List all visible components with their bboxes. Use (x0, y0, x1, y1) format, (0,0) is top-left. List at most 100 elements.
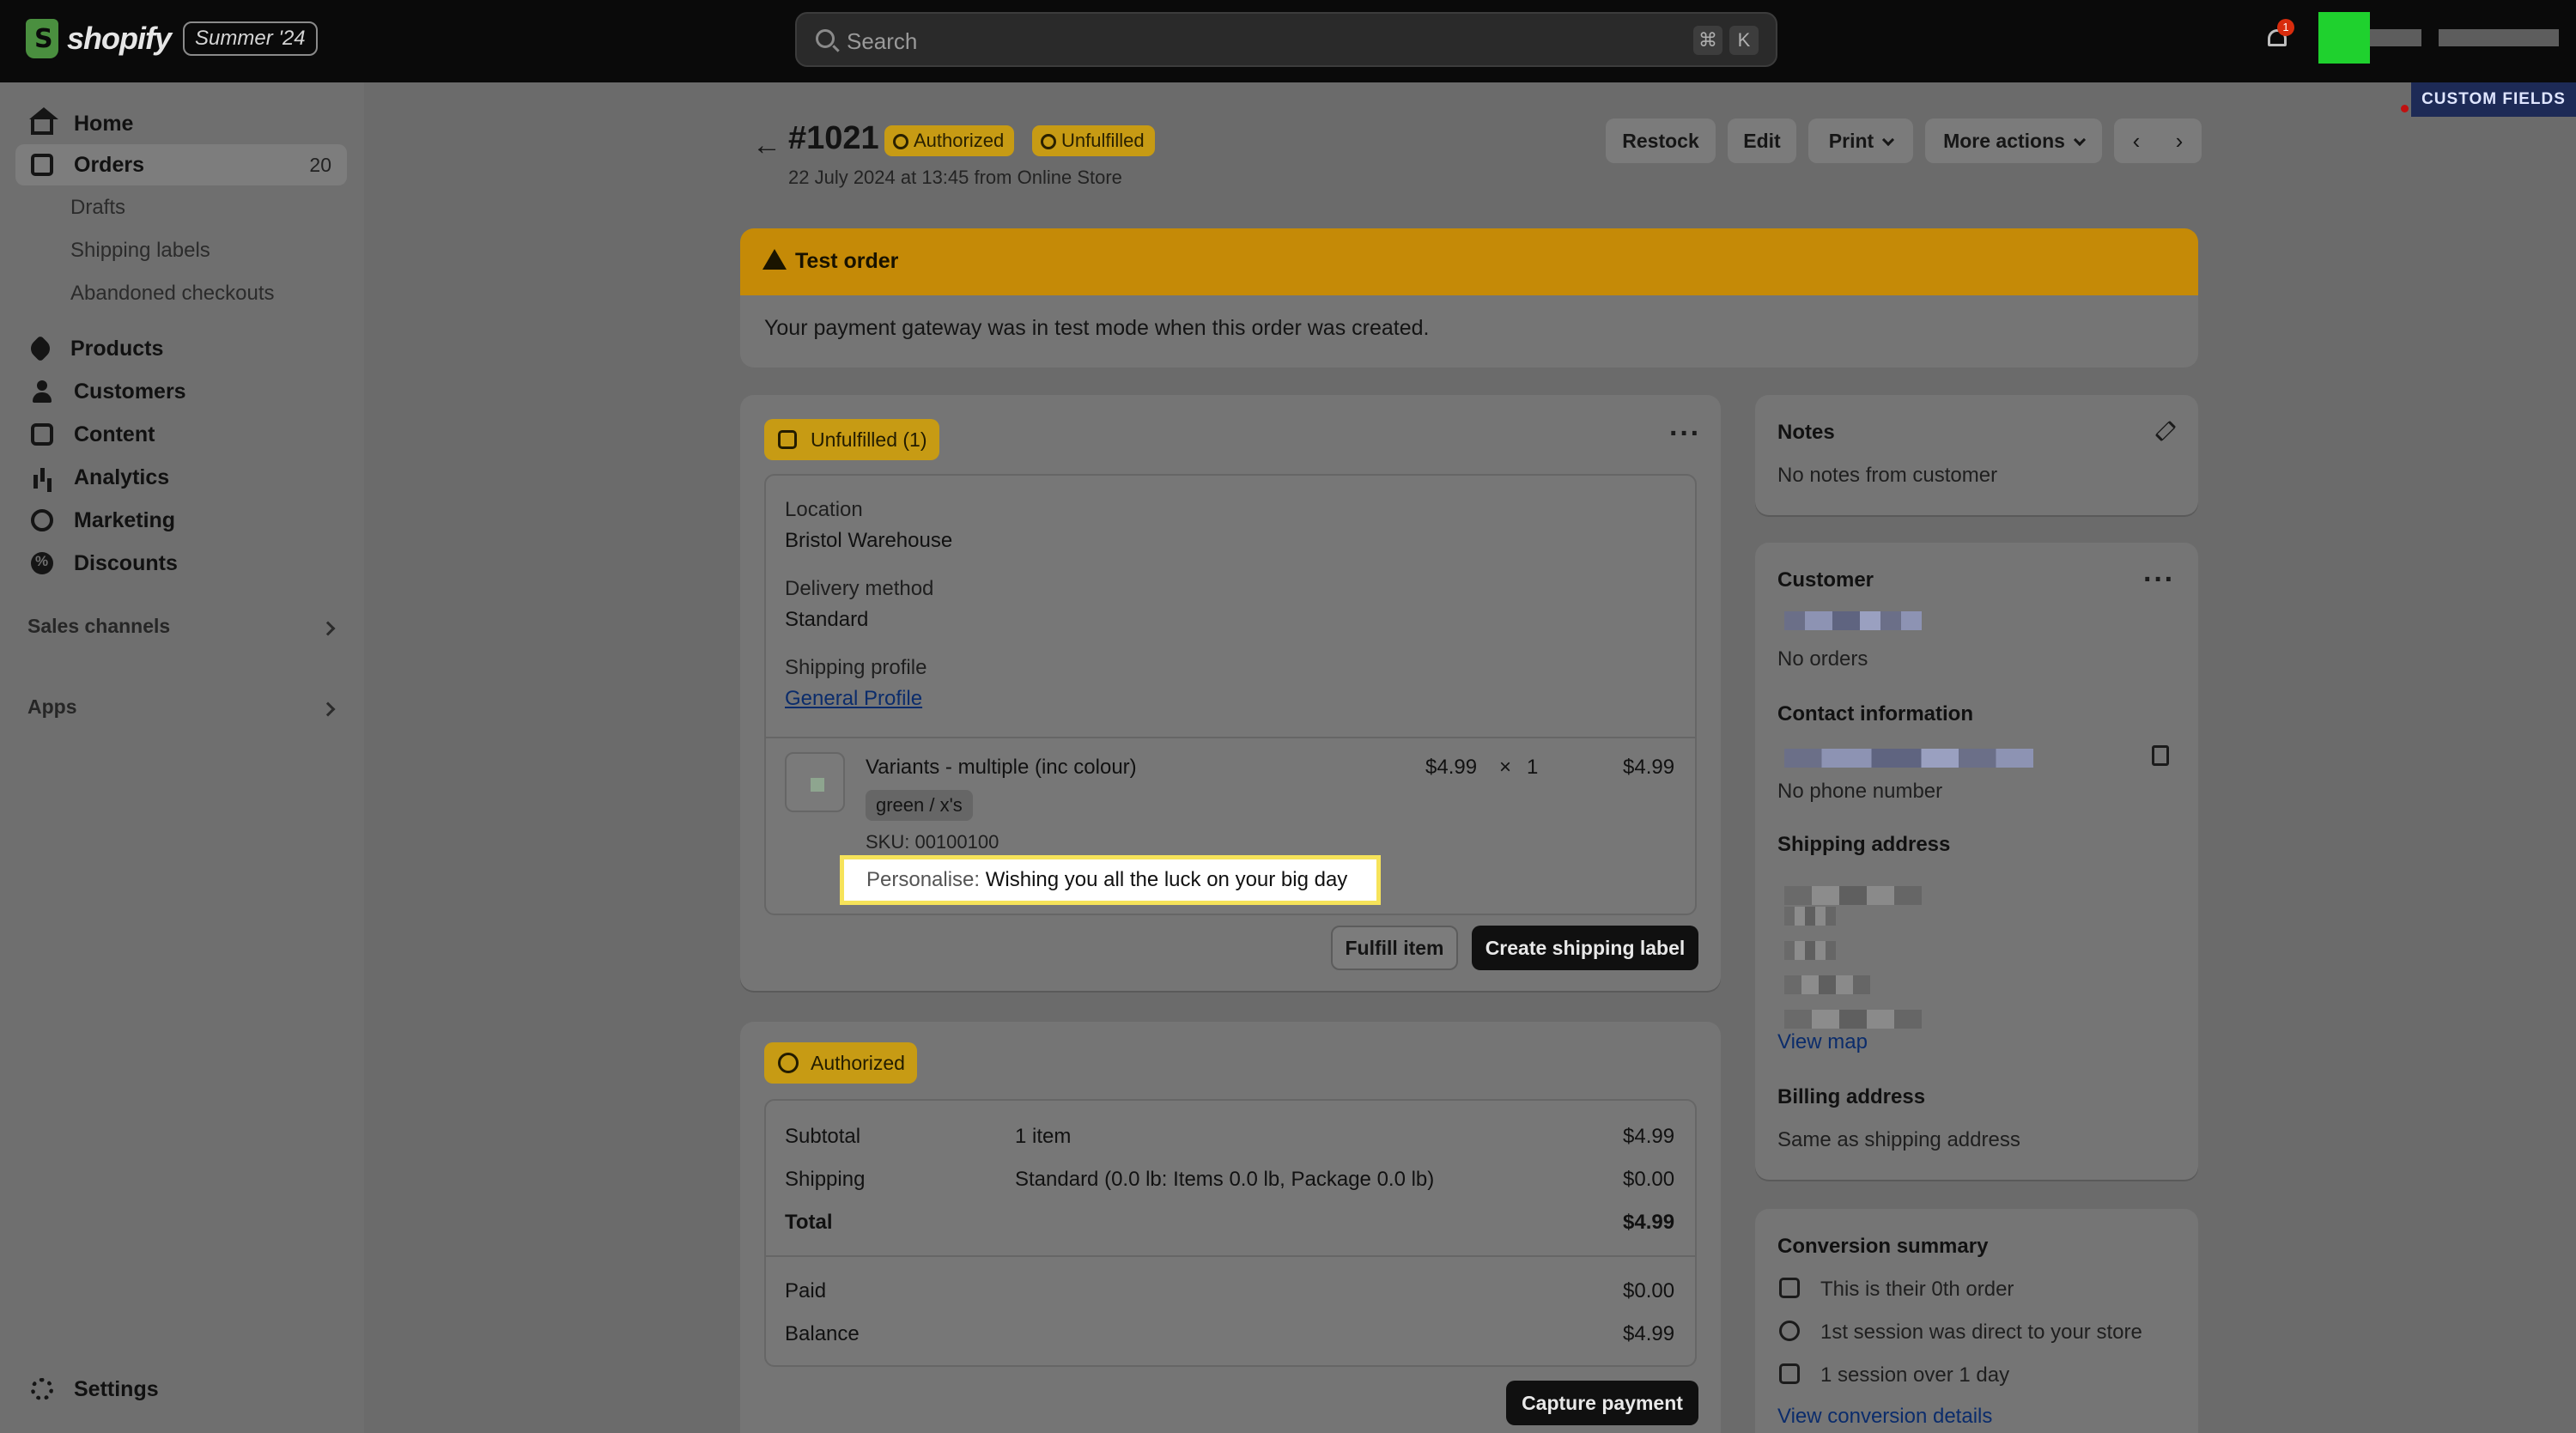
search-icon (816, 29, 835, 48)
shopify-logo[interactable]: shopify Summer '24 (26, 19, 318, 58)
sidebar-item-discounts[interactable]: Discounts (15, 543, 347, 584)
unfulfilled-badge-label: Unfulfilled (1) (811, 428, 927, 451)
edit-button[interactable]: Edit (1728, 118, 1796, 163)
capture-payment-button[interactable]: Capture payment (1506, 1381, 1698, 1425)
conversion-line: 1st session was direct to your store (1820, 1321, 2142, 1344)
fulfillment-icon (778, 430, 797, 449)
view-conversion-details-link[interactable]: View conversion details (1777, 1405, 1992, 1429)
location-label: Location (785, 498, 863, 521)
item-quantity: 1 (1527, 756, 1539, 779)
edition-badge: Summer '24 (183, 21, 318, 56)
sidebar-item-marketing[interactable]: Marketing (15, 500, 347, 541)
notification-count: 1 (2277, 19, 2294, 36)
analytics-icon (31, 466, 53, 489)
sidebar-item-settings[interactable]: Settings (15, 1369, 347, 1410)
sku: SKU: 00100100 (866, 831, 999, 853)
subtotal-amount: $4.99 (1623, 1125, 1675, 1148)
item-price: $4.99 (1425, 756, 1478, 779)
notes-title: Notes (1777, 421, 1835, 444)
print-label: Print (1828, 130, 1874, 152)
chevron-right-icon[interactable] (320, 621, 336, 636)
sidebar-item-content[interactable]: Content (15, 414, 347, 455)
order-icon (1779, 1278, 1800, 1298)
copy-icon[interactable] (2152, 745, 2169, 766)
sidebar-item-shipping-labels[interactable]: Shipping labels (70, 239, 210, 263)
store-avatar[interactable] (2318, 12, 2370, 64)
pencil-icon[interactable] (2154, 420, 2177, 442)
product-thumbnail[interactable] (785, 752, 845, 812)
products-icon (27, 335, 54, 362)
more-options-icon[interactable]: ··· (2143, 563, 2175, 597)
location-value: Bristol Warehouse (785, 529, 953, 552)
shipping-amount: $0.00 (1623, 1168, 1675, 1191)
shipping-detail: Standard (0.0 lb: Items 0.0 lb, Package … (1015, 1168, 1435, 1191)
gear-icon (31, 1378, 53, 1400)
discounts-icon (31, 552, 53, 574)
k-key: K (1729, 26, 1759, 55)
sidebar-item-drafts[interactable]: Drafts (70, 196, 125, 220)
sidebar-item-customers[interactable]: Customers (15, 371, 347, 412)
next-order-button[interactable]: › (2157, 118, 2202, 163)
test-order-title: Test order (795, 249, 899, 273)
clock-icon (778, 1053, 799, 1073)
create-shipping-label-button[interactable]: Create shipping label (1472, 926, 1698, 970)
sidebar-item-products[interactable]: Products (15, 328, 347, 369)
chevron-down-icon (2073, 133, 2087, 147)
back-arrow-icon[interactable]: ← (752, 129, 781, 162)
sidebar-item-label: Products (70, 336, 164, 361)
cart-icon (1779, 1363, 1800, 1384)
search-input[interactable]: Search ⌘ K (795, 12, 1777, 67)
subtotal-detail: 1 item (1015, 1125, 1072, 1148)
restock-button[interactable]: Restock (1606, 118, 1716, 163)
previous-order-button[interactable]: ‹ (2114, 118, 2159, 163)
sidebar-item-label: Discounts (74, 550, 178, 575)
sidebar-item-orders[interactable]: Orders 20 (15, 144, 347, 185)
indicator-dot (2401, 105, 2409, 112)
customer-name-redacted[interactable] (1784, 611, 1922, 630)
customer-card: Customer ··· No orders Contact informati… (1755, 543, 2198, 1180)
content-icon (31, 423, 53, 446)
user-name-redacted (2439, 29, 2559, 46)
sidebar-item-home[interactable]: Home (15, 103, 347, 144)
sidebar-item-label: Customers (74, 379, 186, 404)
shipping-profile-link[interactable]: General Profile (785, 687, 922, 711)
orders-count: 20 (309, 153, 331, 176)
fulfill-item-button[interactable]: Fulfill item (1331, 926, 1458, 970)
divider (766, 1255, 1695, 1257)
view-map-link[interactable]: View map (1777, 1030, 1868, 1054)
personalisation-highlight: Personalise: Wishing you all the luck on… (840, 855, 1381, 905)
print-button[interactable]: Print (1808, 118, 1913, 163)
home-icon (29, 107, 58, 135)
eye-icon (1779, 1321, 1800, 1341)
fulfillment-details: Location Bristol Warehouse Delivery meth… (764, 474, 1697, 915)
no-phone-number: No phone number (1777, 780, 1943, 803)
authorized-badge: Authorized (764, 1042, 917, 1084)
product-name[interactable]: Variants - multiple (inc colour) (866, 756, 1137, 780)
sidebar-item-analytics[interactable]: Analytics (15, 457, 347, 498)
unfulfilled-badge: Unfulfilled (1) (764, 419, 939, 460)
billing-address-value: Same as shipping address (1777, 1128, 2020, 1151)
logo-text: shopify (67, 21, 172, 56)
warning-icon (762, 249, 787, 270)
more-actions-button[interactable]: More actions (1925, 118, 2102, 163)
delivery-method-label: Delivery method (785, 577, 934, 600)
item-total: $4.99 (1623, 756, 1675, 779)
sales-channels-heading[interactable]: Sales channels (27, 615, 170, 638)
chevron-right-icon[interactable] (320, 701, 336, 717)
more-options-icon[interactable]: ··· (1669, 417, 1701, 451)
customer-email-redacted[interactable] (1784, 749, 2033, 768)
shipping-label: Shipping (785, 1168, 866, 1191)
sidebar-item-label: Marketing (74, 507, 176, 532)
payment-summary: Subtotal 1 item $4.99 Shipping Standard … (764, 1099, 1697, 1367)
customer-orders: No orders (1777, 647, 1868, 671)
total-label: Total (785, 1211, 833, 1234)
sidebar-item-abandoned-checkouts[interactable]: Abandoned checkouts (70, 282, 275, 306)
custom-fields-tab[interactable]: CUSTOM FIELDS (2411, 82, 2576, 117)
apps-heading[interactable]: Apps (27, 695, 77, 719)
chevron-down-icon (1882, 133, 1895, 147)
test-order-banner: Test order (740, 228, 2198, 295)
orders-icon (31, 154, 53, 176)
conversion-line: This is their 0th order (1820, 1278, 2014, 1301)
variant-tag: green / x's (866, 790, 973, 821)
conversion-line: 1 session over 1 day (1820, 1363, 2010, 1387)
